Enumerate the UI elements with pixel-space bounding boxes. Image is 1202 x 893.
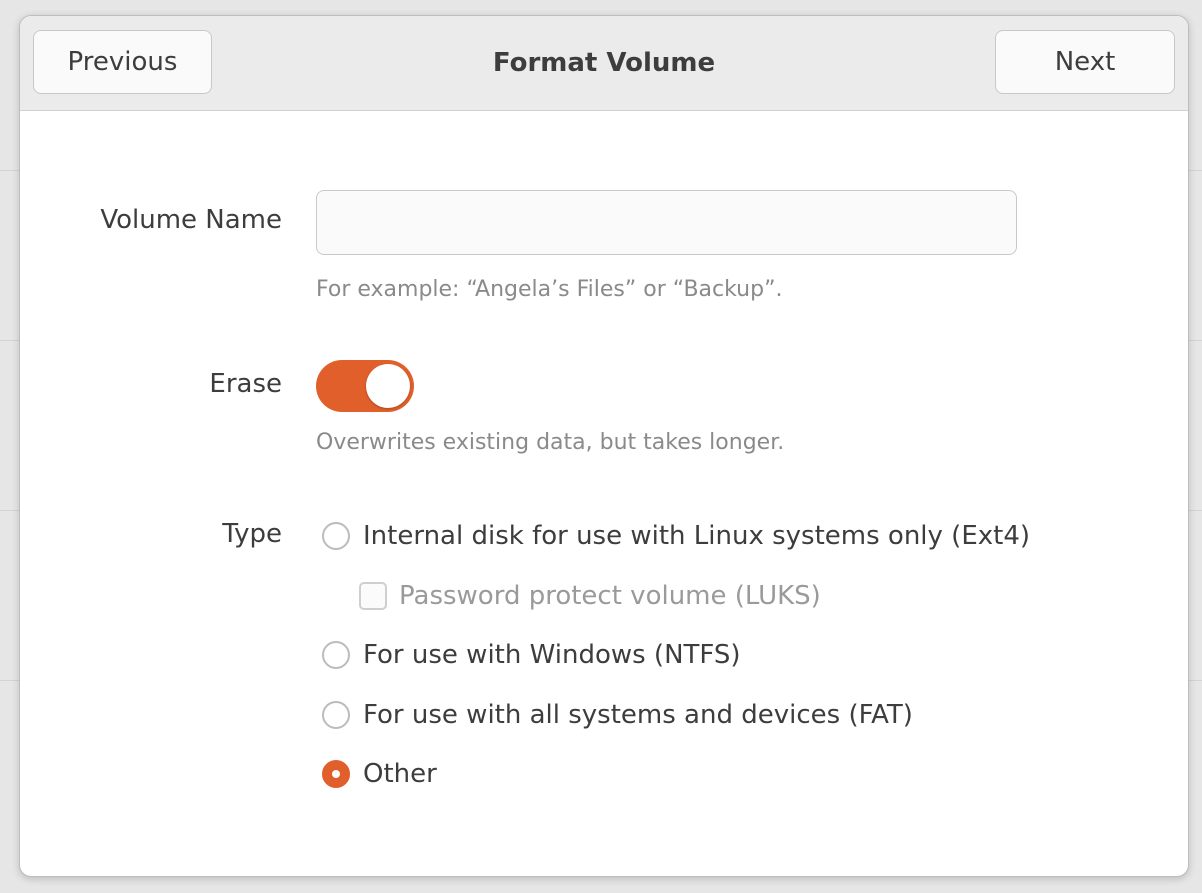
erase-label: Erase: [209, 369, 282, 399]
erase-hint: Overwrites existing data, but takes long…: [316, 430, 785, 455]
next-button[interactable]: Next: [995, 30, 1175, 94]
previous-button[interactable]: Previous: [33, 30, 212, 94]
password-protect-label: Password protect volume (LUKS): [399, 581, 821, 611]
type-option-ntfs[interactable]: For use with Windows (NTFS): [322, 637, 741, 673]
radio-button[interactable]: [322, 522, 350, 550]
radio-button-selected[interactable]: [322, 760, 350, 788]
password-protect-checkbox[interactable]: [359, 582, 387, 610]
type-option-ext4[interactable]: Internal disk for use with Linux systems…: [322, 518, 1030, 554]
switch-knob: [366, 364, 410, 408]
radio-button[interactable]: [322, 641, 350, 669]
type-option-fat[interactable]: For use with all systems and devices (FA…: [322, 697, 913, 733]
volume-name-hint: For example: “Angela’s Files” or “Backup…: [316, 277, 783, 302]
type-option-label: For use with all systems and devices (FA…: [363, 700, 913, 730]
type-label: Type: [222, 519, 282, 549]
type-option-label: Internal disk for use with Linux systems…: [363, 521, 1031, 551]
type-option-label: Other: [363, 759, 437, 789]
dialog-header: Format Volume Previous Next: [20, 16, 1188, 111]
radio-button[interactable]: [322, 701, 350, 729]
password-protect-option[interactable]: Password protect volume (LUKS): [359, 578, 821, 614]
volume-name-label: Volume Name: [100, 205, 282, 235]
format-volume-dialog: Format Volume Previous Next Volume Name …: [19, 15, 1189, 877]
type-option-other[interactable]: Other: [322, 756, 437, 792]
volume-name-input[interactable]: [316, 190, 1017, 255]
erase-switch[interactable]: [316, 360, 414, 412]
type-option-label: For use with Windows (NTFS): [363, 640, 741, 670]
